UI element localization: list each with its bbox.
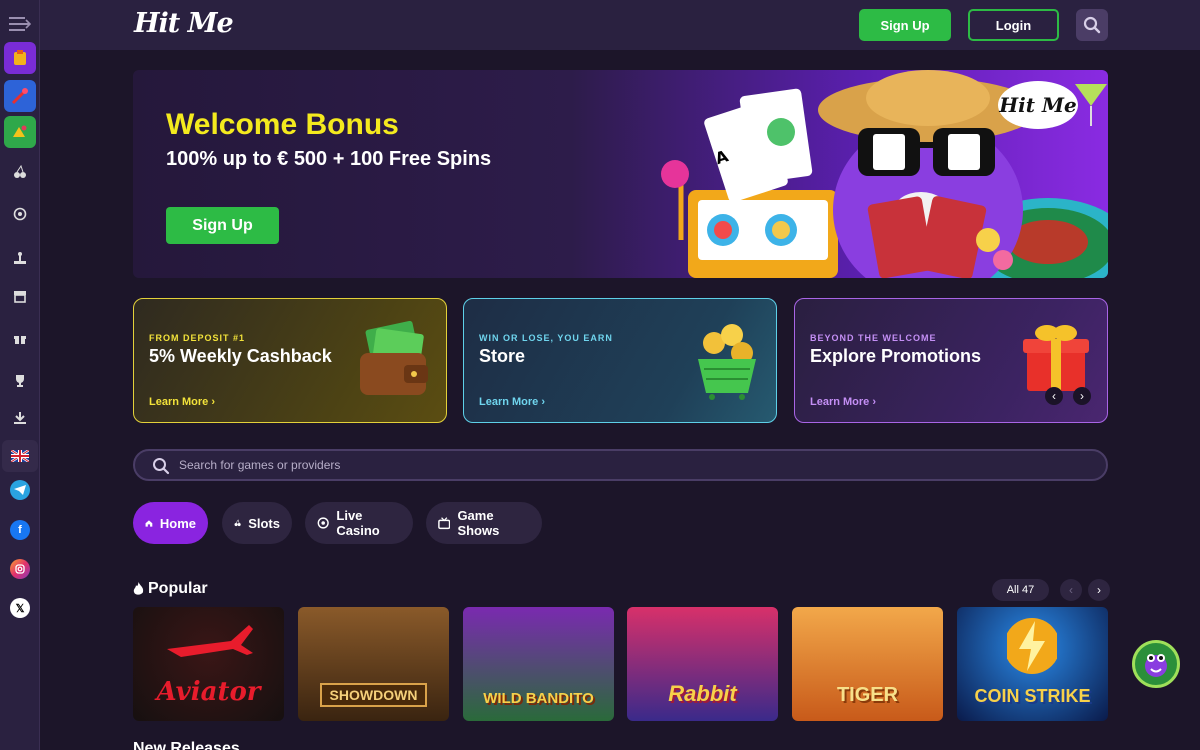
trophy-icon[interactable] xyxy=(4,365,36,397)
home-icon xyxy=(145,519,153,527)
game-search-bar[interactable] xyxy=(133,449,1108,481)
tab-label: Game Shows xyxy=(457,508,500,538)
facebook-icon[interactable]: f xyxy=(4,514,36,546)
game-tile-wild-bandito[interactable]: WILD BANDITO xyxy=(463,607,614,721)
search-icon xyxy=(1083,16,1101,34)
roulette-icon[interactable] xyxy=(4,198,36,230)
game-title: Aviator xyxy=(156,677,261,707)
x-icon[interactable]: 𝕏 xyxy=(4,592,36,624)
section-title-text: Popular xyxy=(148,580,208,597)
tab-label: Home xyxy=(159,515,196,531)
hero-subtitle: 100% up to € 500 + 100 Free Spins xyxy=(166,148,492,170)
hero-art-logo: Hit Me xyxy=(998,93,1077,117)
tile-one-icon[interactable] xyxy=(4,42,36,74)
wallet-icon xyxy=(360,321,428,395)
tab-home[interactable]: Home xyxy=(133,502,208,544)
promo-card-cashback[interactable]: FROM DEPOSIT #1 5% Weekly Cashback Learn… xyxy=(133,298,447,423)
coin-basket-icon xyxy=(698,324,756,400)
game-title: WILD BANDITO xyxy=(483,690,594,707)
promo-learn-more-link[interactable]: Learn More › xyxy=(479,396,545,408)
promo-next-button[interactable]: › xyxy=(1073,387,1091,405)
gift-box-icon xyxy=(1023,325,1089,391)
joystick-icon[interactable] xyxy=(4,242,36,274)
telegram-icon[interactable] xyxy=(4,474,36,506)
tab-slots[interactable]: Slots xyxy=(222,502,292,544)
store-icon[interactable] xyxy=(4,280,36,312)
chevron-left-icon: ‹ xyxy=(1052,389,1056,403)
welcome-bonus-banner[interactable]: Welcome Bonus 100% up to € 500 + 100 Fre… xyxy=(133,70,1108,278)
promo-title: 5% Weekly Cashback xyxy=(149,346,332,366)
new-releases-section-title: New Releases xyxy=(133,740,240,750)
hero-title: Welcome Bonus xyxy=(166,108,399,141)
promo-prev-button[interactable]: ‹ xyxy=(1045,387,1063,405)
header-search-button[interactable] xyxy=(1076,9,1108,41)
left-sidebar: f 𝕏 xyxy=(0,0,40,750)
tab-game-shows[interactable]: Game Shows xyxy=(426,502,542,544)
games-count: 47 xyxy=(1022,584,1035,596)
promo-title: Store xyxy=(479,346,526,366)
game-tile-coin-strike[interactable]: COIN STRIKE xyxy=(957,607,1108,721)
cherries-icon[interactable] xyxy=(4,156,36,188)
game-tile-aviator[interactable]: Aviator xyxy=(133,607,284,721)
plane-icon xyxy=(167,625,253,657)
game-title: TIGER xyxy=(836,684,899,706)
tab-label: Slots xyxy=(248,515,280,531)
hero-mascot-illustration: A Hit Me xyxy=(661,70,1108,278)
tab-live-casino[interactable]: Live Casino xyxy=(305,502,413,544)
view-all-label: All xyxy=(1006,584,1019,596)
header-login-button[interactable]: Login xyxy=(968,9,1059,41)
menu-icon[interactable] xyxy=(4,8,36,40)
game-title: COIN STRIKE xyxy=(974,686,1091,706)
promo-eyebrow: BEYOND THE WELCOME xyxy=(810,333,937,343)
promo-eyebrow: WIN OR LOSE, YOU EARN xyxy=(479,333,613,343)
download-icon[interactable] xyxy=(4,402,36,434)
game-tile-fortune-rabbit[interactable]: Rabbit xyxy=(627,607,778,721)
promo-learn-more-link[interactable]: Learn More › xyxy=(149,396,215,408)
popular-section-title: Popular xyxy=(133,580,208,598)
chevron-right-icon: › xyxy=(1097,583,1101,597)
chevron-right-icon: › xyxy=(1080,389,1084,403)
game-tile-showdown[interactable]: SHOWDOWN xyxy=(298,607,449,721)
cherries-icon xyxy=(234,519,241,527)
promo-eyebrow: FROM DEPOSIT #1 xyxy=(149,333,246,343)
flame-icon xyxy=(133,582,144,595)
hero-signup-button[interactable]: Sign Up xyxy=(166,207,279,244)
site-logo[interactable]: Hit Me xyxy=(134,8,234,39)
tv-icon xyxy=(438,516,451,529)
promo-title: Explore Promotions xyxy=(810,346,982,366)
game-tile-fortune-tiger[interactable]: TIGER xyxy=(792,607,943,721)
popular-next-button[interactable]: › xyxy=(1088,579,1110,601)
gift-icon[interactable] xyxy=(4,322,36,354)
game-search-input[interactable] xyxy=(179,456,1059,474)
game-title: SHOWDOWN xyxy=(319,683,428,707)
support-chat-button[interactable] xyxy=(1132,640,1180,688)
top-header: Hit Me Sign Up Login xyxy=(40,0,1200,50)
promo-learn-more-link[interactable]: Learn More › xyxy=(810,396,876,408)
tile-two-icon[interactable] xyxy=(4,80,36,112)
search-icon xyxy=(153,458,170,475)
instagram-icon[interactable] xyxy=(4,553,36,585)
tab-label: Live Casino xyxy=(336,508,380,538)
promo-card-promotions[interactable]: BEYOND THE WELCOME Explore Promotions Le… xyxy=(794,298,1108,423)
view-all-button[interactable]: All 47 xyxy=(992,579,1049,601)
popular-prev-button[interactable]: ‹ xyxy=(1060,579,1082,601)
lightning-icon xyxy=(1007,618,1057,674)
game-title: Rabbit xyxy=(668,681,737,706)
roulette-icon xyxy=(317,517,329,529)
uk-flag-icon[interactable] xyxy=(2,440,38,472)
mascot-icon xyxy=(1145,654,1167,677)
chevron-left-icon: ‹ xyxy=(1069,583,1073,597)
tile-three-icon[interactable] xyxy=(4,116,36,148)
header-signup-button[interactable]: Sign Up xyxy=(859,9,951,41)
promo-card-store[interactable]: WIN OR LOSE, YOU EARN Store Learn More › xyxy=(463,298,777,423)
